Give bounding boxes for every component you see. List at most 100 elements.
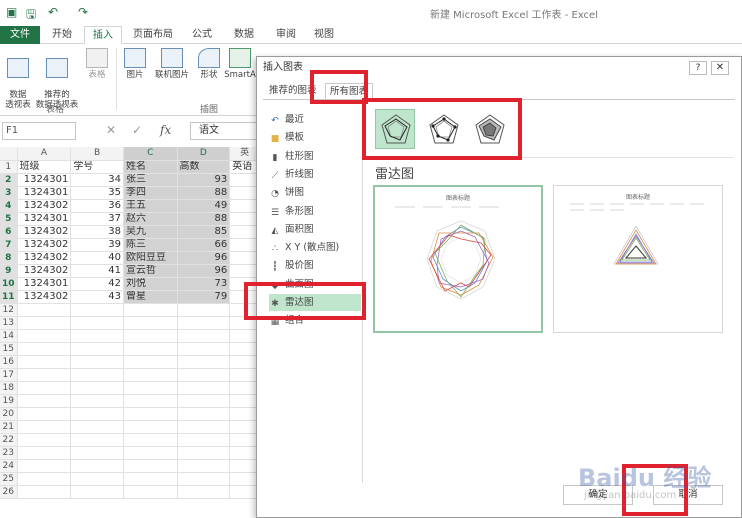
grid-cell[interactable] [123,316,178,330]
grid-cell[interactable]: 34 [70,173,124,187]
column-header[interactable]: C [123,147,178,161]
grid-cell[interactable]: 赵六 [123,212,178,226]
grid-cell[interactable] [177,420,231,434]
grid-cell[interactable]: 陈三 [123,238,178,252]
grid-cell[interactable] [177,342,231,356]
grid-cell[interactable] [70,485,124,499]
grid-cell[interactable]: 39 [70,238,124,252]
grid-cell[interactable]: 欧阳豆豆 [123,251,178,265]
grid-cell[interactable] [177,407,231,421]
grid-cell[interactable] [70,407,124,421]
grid-cell[interactable]: 学号 [70,160,124,174]
grid-cell[interactable] [17,472,72,486]
row-header[interactable]: 13 [0,316,18,330]
select-all-corner[interactable] [0,147,18,161]
close-button[interactable]: ✕ [711,61,729,75]
grid-cell[interactable]: 张三 [123,173,178,187]
grid-cell[interactable]: 刘悦 [123,277,178,291]
column-header[interactable]: D [177,147,231,161]
row-header[interactable]: 21 [0,420,18,434]
grid-cell[interactable] [70,329,124,343]
grid-cell[interactable] [17,446,72,460]
grid-cell[interactable] [70,303,124,317]
cell-table[interactable]: A B C D 英 1 班级 学号 姓名 高数 英语 2 1324301 34 张三 93 3 1324… [0,147,260,499]
online-picture-button[interactable]: 联机图片 [150,48,194,80]
grid-cell[interactable] [123,446,178,460]
pivot-table-button[interactable]: 数据 透视表 [2,48,34,110]
grid-cell[interactable] [17,407,72,421]
row-header[interactable]: 24 [0,459,18,473]
grid-cell[interactable]: 1324302 [17,225,72,239]
grid-cell[interactable] [70,381,124,395]
grid-cell[interactable] [123,433,178,447]
row-header[interactable]: 14 [0,329,18,343]
chart-type-item[interactable]: ■ 模板 [269,129,361,146]
tab-file[interactable]: 文件 [0,26,40,44]
grid-cell[interactable] [17,420,72,434]
undo-icon[interactable]: ↶ [48,5,58,19]
recommended-pivot-button[interactable]: 推荐的 数据透视表 [34,48,80,110]
grid-cell[interactable]: 49 [177,199,231,213]
grid-cell[interactable] [17,342,72,356]
tab-review[interactable]: 审阅 [268,26,304,44]
grid-cell[interactable] [123,407,178,421]
grid-cell[interactable]: 1324302 [17,264,72,278]
row-header[interactable]: 7 [0,238,18,252]
picture-button[interactable]: 图片 [120,48,150,80]
grid-cell[interactable]: 66 [177,238,231,252]
grid-cell[interactable] [70,355,124,369]
row-header[interactable]: 6 [0,225,18,239]
grid-cell[interactable]: 1324301 [17,277,72,291]
row-header[interactable]: 20 [0,407,18,421]
tab-formulas[interactable]: 公式 [184,26,220,44]
grid-cell[interactable] [123,303,178,317]
grid-cell[interactable] [70,433,124,447]
tab-data[interactable]: 数据 [226,26,262,44]
grid-cell[interactable]: 73 [177,277,231,291]
row-header[interactable]: 11 [0,290,18,304]
grid-cell[interactable] [70,342,124,356]
chart-type-item[interactable]: ↶ 最近 [269,111,361,128]
tab-home[interactable]: 开始 [44,26,80,44]
grid-cell[interactable]: 96 [177,251,231,265]
grid-cell[interactable]: 40 [70,251,124,265]
grid-cell[interactable]: 1324302 [17,290,72,304]
tab-view[interactable]: 视图 [306,26,342,44]
grid-cell[interactable] [177,368,231,382]
grid-cell[interactable]: 35 [70,186,124,200]
grid-cell[interactable]: 1324301 [17,212,72,226]
chart-type-item[interactable]: ☰ 条形图 [269,203,361,220]
row-header[interactable]: 5 [0,212,18,226]
grid-cell[interactable] [177,485,231,499]
tab-page-layout[interactable]: 页面布局 [128,26,178,44]
grid-cell[interactable]: 高数 [177,160,231,174]
grid-cell[interactable] [123,368,178,382]
grid-cell[interactable] [17,316,72,330]
grid-cell[interactable] [123,355,178,369]
grid-cell[interactable] [177,303,231,317]
grid-cell[interactable] [177,316,231,330]
grid-cell[interactable] [17,329,72,343]
grid-cell[interactable] [123,472,178,486]
grid-cell[interactable] [70,459,124,473]
name-box[interactable]: F1 [2,122,76,140]
grid-cell[interactable] [177,472,231,486]
grid-cell[interactable] [123,394,178,408]
grid-cell[interactable]: 1324302 [17,251,72,265]
insert-function-icon[interactable]: fx [160,123,171,137]
grid-cell[interactable]: 班级 [17,160,72,174]
row-header[interactable]: 12 [0,303,18,317]
confirm-entry-icon[interactable]: ✓ [132,123,142,137]
help-button[interactable]: ? [689,61,707,75]
grid-cell[interactable]: 1324302 [17,199,72,213]
grid-cell[interactable]: 42 [70,277,124,291]
grid-cell[interactable]: 1324301 [17,186,72,200]
row-header[interactable]: 25 [0,472,18,486]
formula-input[interactable]: 语文 [190,122,260,140]
grid-cell[interactable] [17,355,72,369]
chart-type-item[interactable]: ◭ 面积图 [269,221,361,238]
grid-cell[interactable]: 吴九 [123,225,178,239]
chart-type-item[interactable]: ◔ 饼图 [269,184,361,201]
row-header[interactable]: 4 [0,199,18,213]
grid-cell[interactable]: 李四 [123,186,178,200]
